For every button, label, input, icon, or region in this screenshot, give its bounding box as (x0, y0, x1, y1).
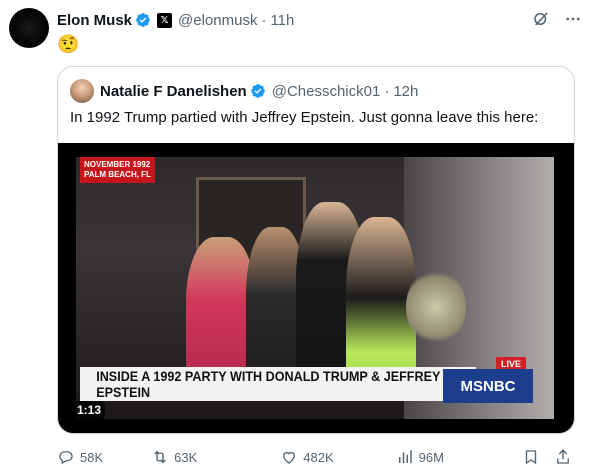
share-icon (557, 449, 569, 464)
views-button[interactable]: 96M (396, 448, 444, 466)
verified-badge-icon (250, 84, 265, 98)
separator-dot: · (384, 82, 390, 100)
reply-button[interactable]: 58K (57, 448, 103, 466)
tweet-text: 🤨 (57, 34, 80, 54)
reply-count: 58K (80, 449, 104, 465)
repost-button[interactable]: 63K (151, 448, 197, 466)
x-logo-icon: 𝕏 (157, 12, 173, 28)
verified-badge-icon (136, 13, 150, 27)
network-label: MSNBC (460, 377, 516, 395)
like-button[interactable]: 482K (280, 448, 334, 466)
repost-icon (154, 450, 166, 464)
heart-icon (283, 451, 296, 464)
repost-count: 63K (174, 449, 198, 465)
more-icon[interactable] (564, 10, 582, 28)
scene-plant (406, 267, 466, 347)
location-line-2: PALM BEACH, FL (84, 170, 151, 179)
bookmark-button[interactable] (522, 448, 540, 466)
action-bar: 58K 63K 482K 96M (57, 446, 577, 468)
video-duration: 1:13 (73, 401, 106, 419)
grok-icon[interactable] (532, 10, 550, 28)
author-handle[interactable]: @elonmusk (178, 12, 257, 29)
reply-icon (59, 451, 73, 465)
share-button[interactable] (554, 448, 572, 466)
separator-dot: · (261, 11, 267, 29)
quoted-time: 12h (393, 82, 419, 100)
like-count: 482K (303, 449, 334, 465)
location-line-1: NOVEMBER 1992 (84, 160, 151, 169)
header-icons (532, 10, 582, 28)
author-avatar[interactable] (9, 8, 49, 48)
quoted-author-name: Natalie F Danelishen (100, 82, 247, 100)
quoted-avatar (70, 79, 94, 103)
quoted-header: Natalie F Danelishen @Chesschick01 · 12h (70, 79, 418, 103)
author-name[interactable]: Elon Musk (57, 12, 132, 29)
video-player[interactable]: NOVEMBER 1992 PALM BEACH, FL LIVE INSIDE… (58, 143, 574, 433)
quoted-text: In 1992 Trump partied with Jeffrey Epste… (70, 109, 539, 126)
bookmark-icon (525, 450, 537, 465)
tweet-time[interactable]: 11h (270, 12, 294, 29)
tweet-header: Elon Musk 𝕏 @elonmusk · 11h (57, 10, 582, 30)
lower-third-caption: INSIDE A 1992 PARTY WITH DONALD TRUMP & … (80, 367, 476, 401)
quoted-tweet[interactable]: Natalie F Danelishen @Chesschick01 · 12h… (57, 66, 575, 434)
quoted-author-handle: @Chesschick01 (271, 82, 381, 100)
views-icon (398, 450, 412, 463)
network-logo: MSNBC (443, 369, 533, 403)
location-tag: NOVEMBER 1992 PALM BEACH, FL (80, 157, 155, 183)
views-count: 96M (418, 449, 444, 465)
